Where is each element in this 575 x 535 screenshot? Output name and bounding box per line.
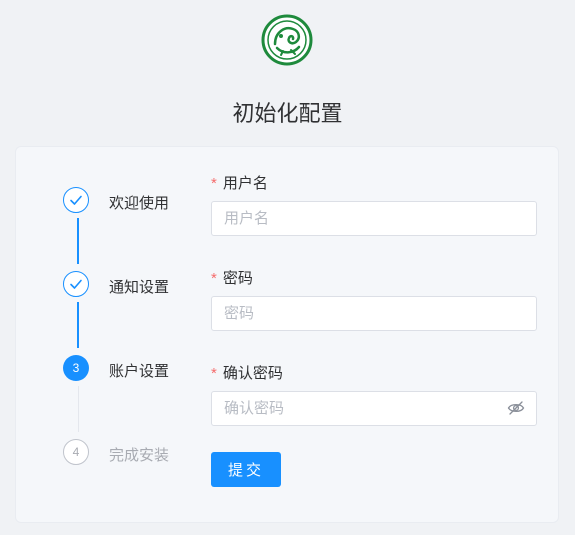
page-title: 初始化配置 <box>232 101 343 126</box>
step-number-badge: 4 <box>63 439 89 465</box>
step-label: 账户设置 <box>109 363 170 380</box>
password-input[interactable] <box>211 296 537 331</box>
eye-off-icon[interactable] <box>507 399 525 417</box>
check-icon <box>70 195 82 205</box>
step-label: 通知设置 <box>109 279 170 296</box>
password-label: * 密码 <box>211 267 253 288</box>
step-notification: 通知设置 <box>63 271 293 299</box>
confirm-password-input[interactable] <box>211 391 537 426</box>
username-label: * 用户名 <box>211 172 268 193</box>
required-mark: * <box>211 175 217 192</box>
required-mark: * <box>211 365 217 382</box>
check-icon <box>70 279 82 289</box>
confirm-password-label-text: 确认密码 <box>222 365 283 382</box>
step-connector <box>78 386 79 432</box>
submit-button[interactable]: 提交 <box>211 452 281 487</box>
step-done-indicator <box>63 271 89 297</box>
step-number-badge: 3 <box>63 355 89 381</box>
step-connector <box>77 218 79 264</box>
step-connector <box>77 302 79 348</box>
username-label-text: 用户名 <box>222 175 268 192</box>
username-input[interactable] <box>211 201 537 236</box>
confirm-password-label: * 确认密码 <box>211 362 283 383</box>
step-label: 欢迎使用 <box>109 195 170 212</box>
step-done-indicator <box>63 187 89 213</box>
password-label-text: 密码 <box>222 270 253 287</box>
app-logo <box>261 14 313 66</box>
step-label: 完成安装 <box>109 447 170 464</box>
required-mark: * <box>211 270 217 287</box>
